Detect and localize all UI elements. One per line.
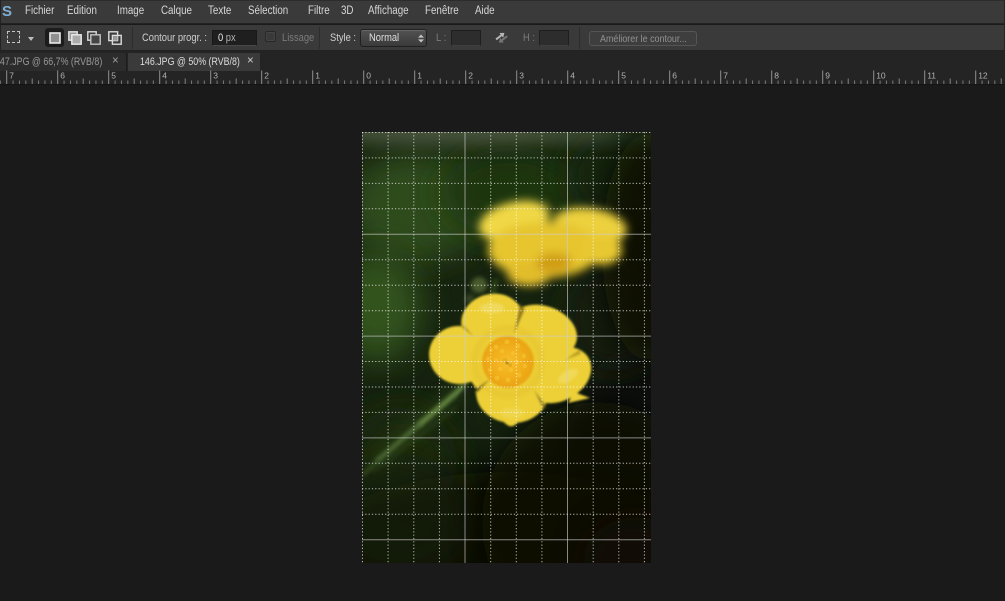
- svg-text:6: 6: [672, 71, 677, 81]
- svg-text:2: 2: [468, 71, 473, 81]
- svg-text:11: 11: [927, 71, 936, 81]
- svg-text:7: 7: [723, 71, 728, 81]
- svg-text:4: 4: [570, 71, 575, 81]
- svg-text:8: 8: [774, 71, 779, 81]
- svg-text:1: 1: [417, 71, 422, 81]
- svg-text:6: 6: [60, 71, 65, 81]
- svg-text:2: 2: [264, 71, 269, 81]
- svg-text:10: 10: [876, 71, 886, 81]
- svg-text:3: 3: [213, 71, 218, 81]
- svg-text:12: 12: [978, 71, 988, 81]
- svg-text:5: 5: [111, 71, 116, 81]
- svg-text:1: 1: [315, 71, 320, 81]
- svg-text:7: 7: [9, 71, 14, 81]
- svg-text:9: 9: [825, 71, 830, 81]
- svg-text:3: 3: [519, 71, 524, 81]
- svg-text:5: 5: [621, 71, 626, 81]
- svg-text:4: 4: [162, 71, 167, 81]
- svg-text:0: 0: [366, 71, 371, 81]
